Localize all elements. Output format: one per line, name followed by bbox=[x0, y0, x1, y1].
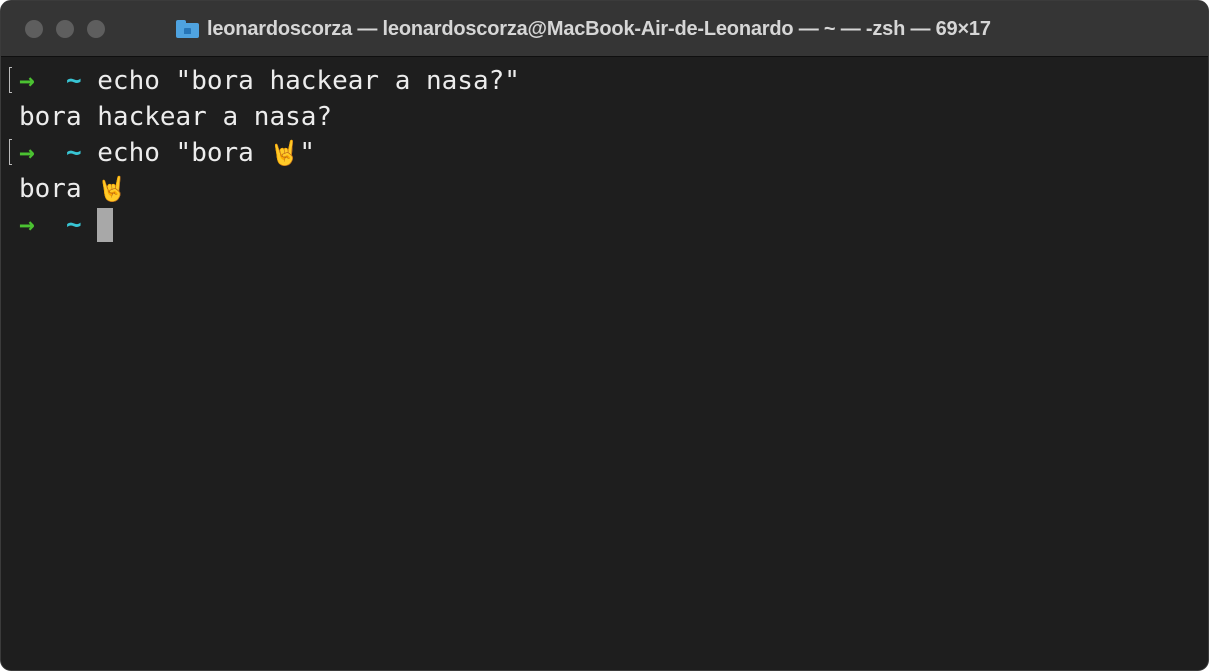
prompt-arrow: → bbox=[19, 66, 35, 96]
rock-hand-emoji: 🤘 bbox=[97, 175, 128, 203]
folder-icon bbox=[176, 20, 199, 38]
window-title: leonardoscorza — leonardoscorza@MacBook-… bbox=[207, 17, 991, 40]
window-title-group: leonardoscorza — leonardoscorza@MacBook-… bbox=[176, 1, 991, 57]
prompt-arrow: → bbox=[19, 210, 35, 240]
terminal-line-2: bora hackear a nasa? bbox=[19, 99, 1208, 135]
close-button[interactable] bbox=[25, 20, 43, 38]
output-text: bora hackear a nasa? bbox=[19, 102, 333, 132]
command-text: echo "bora hackear a nasa?" bbox=[97, 66, 520, 96]
terminal-content[interactable]: → ~ echo "bora hackear a nasa?" bora hac… bbox=[1, 57, 1208, 670]
title-bar[interactable]: leonardoscorza — leonardoscorza@MacBook-… bbox=[1, 1, 1208, 57]
output-text-prefix: bora bbox=[19, 174, 98, 204]
command-text-suffix: " bbox=[299, 138, 316, 168]
terminal-line-4: bora 🤘 bbox=[19, 171, 1208, 207]
prompt-cwd: ~ bbox=[65, 138, 82, 168]
zoom-button[interactable] bbox=[87, 20, 105, 38]
terminal-window: leonardoscorza — leonardoscorza@MacBook-… bbox=[0, 0, 1209, 671]
minimize-button[interactable] bbox=[56, 20, 74, 38]
text-cursor[interactable] bbox=[97, 208, 114, 242]
line-mark bbox=[9, 67, 12, 93]
terminal-line-5[interactable]: → ~ bbox=[19, 207, 1208, 243]
prompt-arrow: → bbox=[19, 138, 35, 168]
prompt-cwd: ~ bbox=[65, 210, 82, 240]
prompt-cwd: ~ bbox=[65, 66, 82, 96]
rock-hand-emoji: 🤘 bbox=[269, 139, 300, 167]
terminal-line-3: → ~ echo "bora 🤘" bbox=[9, 135, 1208, 171]
command-text-prefix: echo "bora bbox=[97, 138, 270, 168]
line-mark bbox=[9, 139, 12, 165]
terminal-line-1: → ~ echo "bora hackear a nasa?" bbox=[9, 63, 1208, 99]
